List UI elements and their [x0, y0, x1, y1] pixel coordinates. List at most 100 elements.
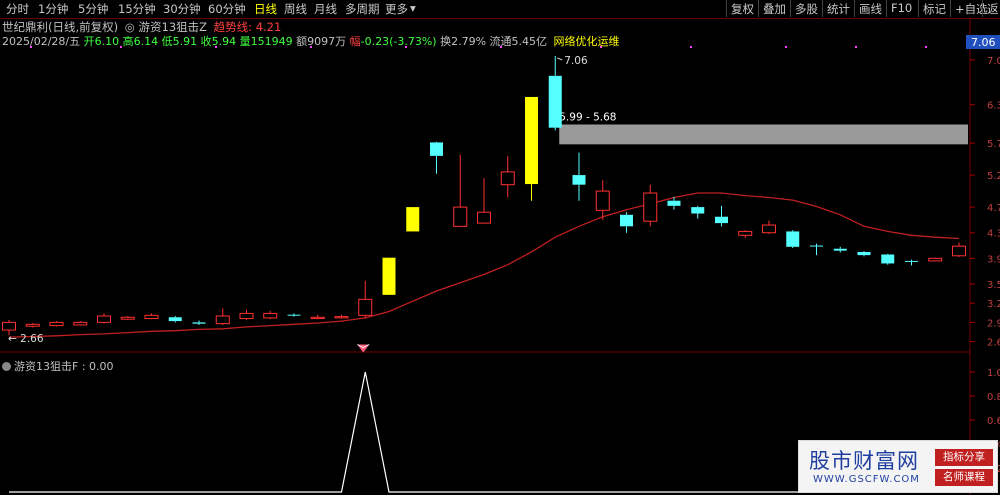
toolbar-button-8[interactable]: 返: [982, 0, 1000, 17]
turnover-value: 2.79%: [451, 35, 487, 48]
tab-period-10[interactable]: 更多: [385, 1, 408, 17]
watermark-title: 股市财富网: [809, 449, 919, 473]
vol-label: 量: [239, 35, 251, 48]
settings-circle-icon[interactable]: ◎: [125, 20, 135, 34]
y-tick-label: 4.7: [987, 203, 1000, 214]
candle-body: [691, 207, 705, 214]
y-tick-label: 3.9: [987, 254, 1000, 265]
toolbar-button-0[interactable]: 复权: [726, 0, 758, 17]
toolbar-button-3[interactable]: 统计: [822, 0, 854, 17]
toolbar-button-6[interactable]: 标记: [918, 0, 950, 17]
low-label: ← 2.66: [8, 333, 44, 345]
watermark-tag-share: 指标分享: [935, 449, 993, 466]
float-label: 流通: [489, 35, 512, 48]
float-value: 5.45亿: [511, 35, 548, 48]
trend-label: 趋势线:: [213, 20, 253, 34]
top-marker-dot: [925, 46, 927, 48]
sub-indicator-label[interactable]: 游资13狙击F : 0.00: [2, 358, 114, 374]
candle-body: [477, 211, 491, 224]
candle-body: [928, 257, 943, 262]
candle-body: [310, 316, 325, 320]
candle-body: [406, 207, 420, 232]
tab-period-6[interactable]: 日线: [254, 1, 277, 17]
indicator-dot-icon: [2, 362, 11, 371]
tab-period-4[interactable]: 30分钟: [163, 1, 201, 17]
top-marker-dot: [785, 46, 787, 48]
sub-y-tick-label: 0.8: [987, 392, 1000, 403]
tab-period-5[interactable]: 60分钟: [208, 1, 246, 17]
toolbar-button-5[interactable]: F10: [886, 0, 918, 17]
close-label: 收: [200, 35, 212, 48]
tab-period-9[interactable]: 多周期: [345, 1, 380, 17]
quote-date: 2025/02/28/五: [2, 35, 81, 48]
candle-body: [168, 317, 182, 322]
y-tick-label: 2.9: [987, 318, 1000, 329]
candle-body: [715, 216, 728, 224]
candle-body: [548, 75, 562, 128]
change-value: -0.23(-3.73%): [360, 35, 437, 48]
low-label: 低: [161, 35, 173, 48]
chevron-down-icon[interactable]: ▾: [410, 1, 416, 15]
concept-note[interactable]: 网络优化运维: [554, 35, 620, 48]
y-tick-label: 5.2: [987, 171, 1000, 182]
high-label: 高: [122, 35, 134, 48]
candle-body: [500, 171, 515, 186]
candle-body: [620, 214, 633, 227]
y-tick-label: 7.0: [987, 56, 1000, 67]
toolbar-button-2[interactable]: 多股: [790, 0, 822, 17]
candle-body: [453, 206, 468, 227]
last-price-text: 7.06: [971, 36, 996, 49]
resistance-label: 5.99 - 5.68: [559, 111, 616, 123]
trend-value: 4.21: [255, 20, 282, 34]
tab-period-3[interactable]: 15分钟: [118, 1, 156, 17]
high-value: 6.14: [133, 35, 159, 48]
toolbar-button-1[interactable]: 叠加: [758, 0, 790, 17]
candle-body: [881, 254, 895, 264]
toolbar-button-4[interactable]: 画线: [854, 0, 886, 17]
candle-body: [358, 298, 373, 316]
toolbar-button-7[interactable]: +自选: [950, 0, 988, 17]
tab-period-2[interactable]: 5分钟: [78, 1, 108, 17]
candle-body: [430, 142, 443, 156]
candle-body: [857, 251, 871, 256]
y-tick-label: 3.5: [987, 280, 1000, 291]
candle-body: [239, 312, 254, 320]
sub-y-tick-label: 0.6: [987, 416, 1000, 427]
chart-canvas[interactable]: 7.0 6.3 5.7 5.2 4.7 4.3 3.9 3.5 3.2 2.9 2.6 7.06 5.9…: [0, 0, 1000, 495]
candle-body: [810, 245, 823, 247]
y-tick-label: 4.3: [987, 229, 1000, 240]
period-toolbar: 分时 1分钟 5分钟 15分钟 30分钟 60分钟 日线 周线 月线 多周期 更多 ▾ 复权 叠加 多股 统计…: [0, 0, 1000, 19]
candle-body: [572, 175, 586, 185]
watermark-tag-course: 名师课程: [935, 469, 993, 486]
candle-body: [595, 190, 610, 211]
close-value: 5.94: [211, 35, 237, 48]
watermark: 股市财富网 WWW.GSCFW.COM 指标分享 名师课程: [798, 440, 998, 493]
candle-body: [905, 260, 918, 262]
candle-body: [287, 314, 301, 316]
y-tick-label: 2.6: [987, 338, 1000, 349]
vol-value: 151949: [250, 35, 293, 48]
tab-period-8[interactable]: 月线: [314, 1, 337, 17]
stock-name[interactable]: 世纪鼎利(日线,前复权): [2, 20, 118, 34]
candle-body: [215, 315, 230, 325]
y-tick-label: 5.7: [987, 139, 1000, 150]
low-value: 5.91: [172, 35, 198, 48]
tab-period-7[interactable]: 周线: [284, 1, 307, 17]
candle-body: [833, 248, 847, 251]
top-marker-dot: [690, 46, 692, 48]
sub-indicator-text: 游资13狙击F : 0.00: [14, 360, 114, 373]
tab-period-1[interactable]: 1分钟: [38, 1, 68, 17]
candle-body: [334, 316, 349, 319]
resistance-zone: [559, 124, 968, 145]
candle-body: [643, 192, 658, 222]
peak-pointer: [557, 57, 563, 61]
change-label: 幅: [349, 35, 361, 48]
candle-body: [120, 316, 135, 320]
open-label: 开: [83, 35, 95, 48]
candle-body: [952, 245, 966, 257]
open-value: 6.10: [94, 35, 120, 48]
turnover-label: 换: [440, 35, 452, 48]
tab-period-0[interactable]: 分时: [6, 1, 29, 17]
candle-body: [738, 230, 753, 236]
indicator-name[interactable]: 游资13狙击Z: [139, 20, 208, 34]
